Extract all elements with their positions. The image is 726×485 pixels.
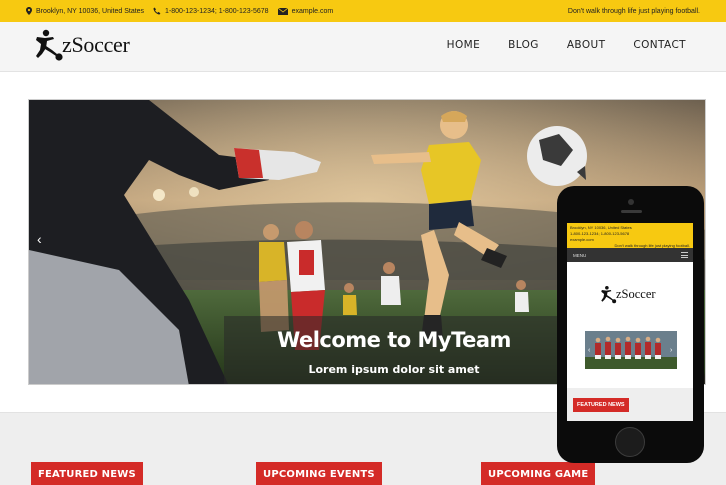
- mobile-featured-news-heading: FEATURED NEWS: [573, 398, 629, 412]
- phone-camera: [628, 199, 634, 205]
- address-item: Brooklyn, NY 10036, United States: [26, 7, 144, 15]
- email-text: example.com: [291, 7, 334, 15]
- mobile-logo-text: zSoccer: [616, 287, 656, 301]
- hero-subtitle: Lorem ipsum dolor sit amet: [308, 363, 480, 376]
- phone-text: 1-800-123-1234; 1-800-123-5678: [165, 7, 269, 15]
- address-text: Brooklyn, NY 10036, United States: [36, 7, 145, 15]
- mobile-logo[interactable]: zSoccer: [599, 285, 656, 304]
- envelope-icon: [277, 7, 288, 15]
- phone-item[interactable]: 1-800-123-1234; 1-800-123-5678: [153, 7, 269, 15]
- mobile-hero-slider[interactable]: ‹ ›: [585, 331, 677, 369]
- upcoming-game-heading: UPCOMING GAME: [481, 462, 596, 485]
- site-header: zSoccer HOME BLOG ABOUT CONTACT: [0, 22, 726, 72]
- chevron-left-icon[interactable]: ‹: [37, 231, 42, 247]
- featured-news-heading: FEATURED NEWS: [31, 462, 143, 485]
- email-item[interactable]: example.com: [277, 7, 334, 15]
- mobile-menu-bar[interactable]: MENU: [567, 248, 693, 262]
- soccer-player-logo-icon: [601, 286, 617, 304]
- phone-home-button[interactable]: [615, 427, 645, 457]
- page: Brooklyn, NY 10036, United States 1-800-…: [0, 0, 726, 485]
- logo-text: zSoccer: [62, 32, 130, 57]
- nav-contact[interactable]: CONTACT: [633, 39, 686, 51]
- nav-about[interactable]: ABOUT: [567, 39, 606, 51]
- nav-home[interactable]: HOME: [447, 39, 480, 51]
- mobile-team-photo: ‹ ›: [585, 331, 677, 369]
- motto-text: Don't walk through life just playing foo…: [567, 7, 700, 15]
- top-contact-bar: Brooklyn, NY 10036, United States 1-800-…: [0, 0, 726, 22]
- mobile-menu-label: MENU: [573, 253, 587, 258]
- map-pin-icon: [26, 7, 32, 15]
- nav-blog[interactable]: BLOG: [508, 39, 539, 51]
- hamburger-icon[interactable]: [681, 252, 688, 258]
- soccer-player-logo-icon: [36, 29, 63, 61]
- main-nav: HOME BLOG ABOUT CONTACT: [419, 39, 686, 51]
- phone-screen: Brooklyn, NY 10036, United States 1-800-…: [567, 223, 693, 421]
- hero-title: Welcome to MyTeam: [277, 328, 511, 352]
- phone-icon: [153, 7, 161, 15]
- upcoming-events-heading: UPCOMING EVENTS: [256, 462, 382, 485]
- phone-speaker: [621, 210, 642, 213]
- site-logo[interactable]: zSoccer: [32, 28, 130, 62]
- mobile-topbar: Brooklyn, NY 10036, United States 1-800-…: [567, 223, 693, 248]
